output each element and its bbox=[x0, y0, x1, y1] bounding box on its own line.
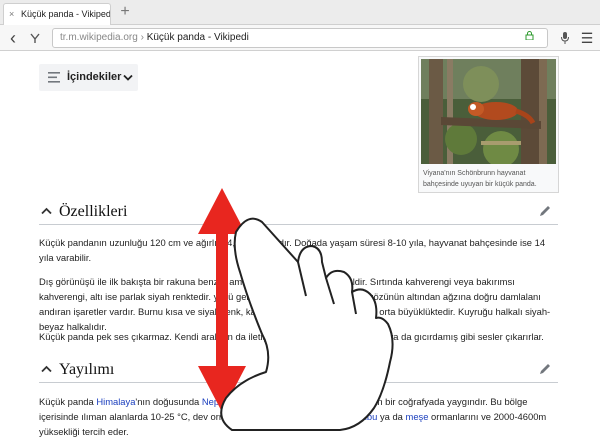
plus-icon[interactable]: + bbox=[117, 3, 133, 21]
section-heading-yayilimi[interactable]: Yayılımı bbox=[39, 356, 558, 383]
pencil-icon[interactable] bbox=[538, 362, 552, 376]
link-mese[interactable]: meşe bbox=[406, 411, 429, 422]
text: , büyük bbox=[315, 411, 349, 422]
lock-icon bbox=[525, 31, 534, 40]
section-title: Özellikleri bbox=[59, 203, 128, 220]
mic-icon[interactable] bbox=[556, 28, 574, 48]
toolbar: ‹ tr.m.wikipedia.org › Küçük panda - Vik… bbox=[0, 25, 600, 51]
figure-caption: Viyana'nın Schönbrunn hayvanat bahçesind… bbox=[423, 170, 537, 188]
infobox-figure: Viyana'nın Schönbrunn hayvanat bahçesind… bbox=[418, 56, 559, 193]
back-icon[interactable]: ‹ bbox=[4, 28, 22, 48]
link-nepal[interactable]: Nepal bbox=[202, 396, 227, 407]
tab-strip: × Küçük panda - Vikipedi + bbox=[0, 0, 600, 25]
link-rhododendron[interactable]: rhododendron bbox=[257, 411, 315, 422]
text: 'in bbox=[260, 396, 273, 407]
link-himalaya[interactable]: Himalaya bbox=[96, 396, 135, 407]
paragraph: Dış görünüşü ile ilk bakışta bir rakuna … bbox=[39, 276, 551, 332]
link-cin[interactable]: Çin bbox=[246, 396, 260, 407]
tab-title: Küçük panda - Vikipedi bbox=[21, 9, 111, 19]
paragraph: Küçük panda Himalaya'nın doğusunda Nepal… bbox=[39, 394, 559, 439]
close-icon[interactable]: × bbox=[9, 4, 14, 25]
text: ya da bbox=[377, 411, 406, 422]
table-of-contents-button[interactable]: İçindekiler bbox=[39, 64, 138, 91]
list-icon bbox=[48, 72, 60, 83]
link-yunnan[interactable]: Yunnan bbox=[272, 396, 304, 407]
tab-wikipedia[interactable]: × Küçük panda - Vikipedi bbox=[3, 3, 111, 25]
red-panda-photo[interactable] bbox=[421, 59, 556, 164]
reload-icon[interactable] bbox=[26, 28, 44, 48]
address-bar[interactable]: tr.m.wikipedia.org › Küçük panda - Vikip… bbox=[52, 28, 548, 48]
pencil-icon[interactable] bbox=[538, 204, 552, 218]
text: Küçük panda bbox=[39, 396, 97, 407]
text: 'nın doğusunda bbox=[135, 396, 202, 407]
section-heading-ozellikleri[interactable]: Özellikleri bbox=[39, 198, 558, 225]
menu-icon[interactable]: ☰ bbox=[578, 28, 596, 48]
url-separator: › bbox=[137, 32, 147, 43]
url-page-title: Küçük panda - Vikipedi bbox=[146, 32, 249, 43]
link-bambu[interactable]: bambu bbox=[349, 411, 378, 422]
section-title: Yayılımı bbox=[59, 361, 115, 378]
chevron-up-icon bbox=[41, 365, 52, 373]
url-host: tr.m.wikipedia.org bbox=[60, 32, 138, 43]
chevron-down-icon bbox=[123, 74, 133, 81]
paragraph: Küçük panda pek ses çıkarmaz. Kendi aral… bbox=[39, 331, 544, 342]
toc-label: İçindekiler bbox=[67, 71, 122, 83]
paragraph: Küçük pandanın uzunluğu 120 cm ve ağırlı… bbox=[39, 237, 546, 263]
chevron-up-icon bbox=[41, 207, 52, 215]
text: 'den bbox=[226, 396, 247, 407]
